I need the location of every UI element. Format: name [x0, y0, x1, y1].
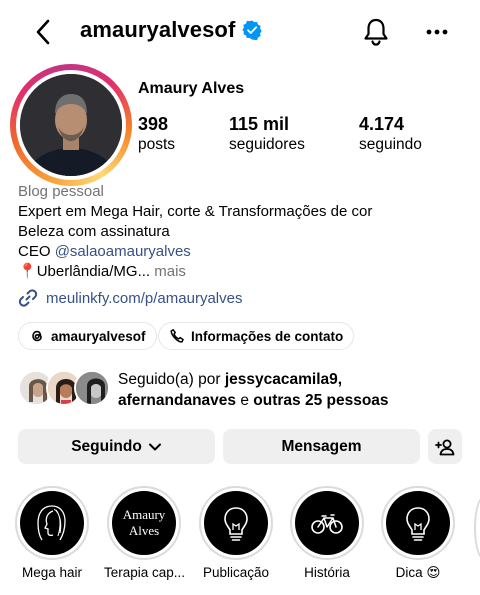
posts-stat[interactable]: 398 posts: [138, 113, 175, 155]
following-label: seguindo: [359, 136, 422, 153]
mutual-followers-avatars[interactable]: [18, 370, 110, 408]
highlight-terapia-capilar[interactable]: Amaury Alves Terapia cap...: [104, 486, 186, 580]
mutual-followers-others: outras 25 pessoas: [253, 392, 389, 409]
bio-location-line: 📍Uberlândia/MG... mais: [18, 262, 468, 282]
highlight-dica[interactable]: Dica 😍: [378, 486, 458, 581]
back-arrow-icon[interactable]: [30, 18, 56, 46]
bio-mention-link[interactable]: @salaoamauryalves: [55, 243, 191, 260]
followers-count: 115 mil: [229, 114, 290, 134]
avatar: [20, 74, 122, 176]
cover-text-line-1: Amaury: [122, 507, 166, 522]
profile-username-header: amauryalvesof: [80, 17, 263, 43]
message-button-label: Mensagem: [281, 437, 362, 455]
username-text: amauryalvesof: [80, 17, 236, 42]
highlight-label: Terapia cap...: [104, 565, 186, 580]
bio-location: Uberlândia/MG...: [36, 263, 151, 280]
chevron-down-icon: [148, 443, 161, 450]
bio-ceo-prefix: CEO: [18, 243, 55, 260]
followed-by-separator: ,: [337, 371, 343, 388]
verified-badge-icon: [242, 20, 263, 40]
add-person-icon: [435, 439, 455, 455]
profile-bio: Blog pessoal Expert em Mega Hair, corte …: [18, 182, 468, 282]
woman-profile-icon: [37, 505, 66, 541]
suggested-accounts-button[interactable]: [428, 429, 462, 464]
highlight-label: Dica 😍: [395, 565, 441, 580]
location-pin-icon: 📍: [18, 263, 37, 280]
bio-category: Blog pessoal: [18, 183, 104, 200]
bio-ceo-line: CEO @salaoamauryalves: [18, 242, 468, 262]
highlight-mega-hair[interactable]: Mega hair: [12, 486, 92, 580]
cover-text-line-2: Alves: [128, 523, 160, 538]
posts-label: posts: [138, 136, 176, 153]
followers-label: seguidores: [229, 136, 305, 153]
contact-info-label: Informações de contato: [191, 328, 344, 344]
highlight-label: Publicação: [202, 565, 270, 580]
lightbulb-icon: [224, 507, 248, 541]
following-count: 4.174: [359, 114, 405, 134]
mutual-follower-2: afernandanaves: [118, 392, 237, 409]
message-button[interactable]: Mensagem: [223, 429, 420, 464]
followed-by-prefix: Seguido(a) por: [118, 371, 225, 388]
top-bar: amauryalvesof: [0, 0, 480, 64]
threads-icon: [32, 330, 42, 342]
highlight-label: História: [304, 565, 350, 580]
more-options-icon[interactable]: [424, 20, 450, 44]
followed-by-text[interactable]: Seguido(a) por jessycacamila9, afernanda…: [118, 369, 468, 411]
threads-handle: amauryalvesof: [51, 328, 146, 344]
contact-info-chip[interactable]: Informações de contato: [158, 322, 355, 350]
mutual-follower-avatar: [74, 370, 110, 406]
highlight-cover-text: Amaury Alves: [123, 507, 166, 539]
profile-avatar-story-ring[interactable]: [10, 64, 132, 186]
bio-line-2: Beleza com assinatura: [18, 223, 170, 240]
phone-icon: [170, 329, 184, 343]
lightbulb-icon: [406, 507, 430, 541]
bio-more-link[interactable]: mais: [150, 263, 186, 280]
posts-count: 398: [138, 114, 169, 134]
bio-website-link[interactable]: meulinkfy.com/p/amauryalves: [18, 288, 242, 308]
bio-line-1: Expert em Mega Hair, corte & Transformaç…: [18, 203, 373, 220]
highlight-label: Mega hair: [21, 565, 83, 580]
bicycle-icon: [311, 514, 343, 534]
mutual-follower-1: jessycacamila9: [224, 371, 338, 388]
bell-icon[interactable]: [362, 17, 390, 47]
followers-stat[interactable]: 115 mil seguidores: [229, 113, 305, 155]
highlight-publicacao[interactable]: Publicação: [196, 486, 276, 580]
profile-full-name: Amaury Alves: [138, 80, 245, 97]
highlight-historia[interactable]: História: [287, 486, 367, 580]
following-button[interactable]: Seguindo: [18, 429, 215, 464]
following-stat[interactable]: 4.174 seguindo: [359, 113, 422, 155]
following-button-label: Seguindo: [71, 437, 142, 455]
website-url: meulinkfy.com/p/amauryalves: [46, 289, 243, 307]
highlight-partial-offscreen[interactable]: [474, 496, 480, 560]
threads-profile-chip[interactable]: amauryalvesof: [18, 322, 157, 350]
link-icon: [18, 289, 38, 307]
followed-by-and: e: [236, 392, 254, 409]
